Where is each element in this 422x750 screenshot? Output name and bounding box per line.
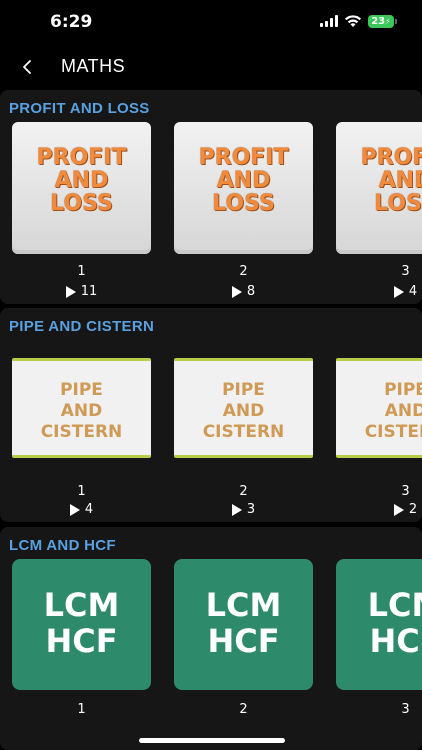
card-clip: PIPE AND CISTERN 3 2 xyxy=(336,358,422,520)
cellular-signal-icon xyxy=(320,15,338,27)
video-thumbnail: PIPE AND CISTERN xyxy=(12,358,151,458)
battery-level: 23 xyxy=(371,15,386,27)
play-icon xyxy=(231,285,242,298)
video-card[interactable]: LCM HCF 1 xyxy=(12,559,151,729)
play-icon xyxy=(393,285,404,298)
card-clip: PROFIT AND LOSS 3 4 xyxy=(336,122,422,304)
thumbnail-line: PROFIT xyxy=(360,145,422,170)
status-icons: 23 ⚡ xyxy=(320,14,397,28)
thumbnail-line: LOSS xyxy=(50,191,113,216)
play-icon xyxy=(231,503,242,516)
play-count: 4 xyxy=(336,284,422,299)
video-number: 1 xyxy=(77,264,86,279)
status-bar: 6:29 23 ⚡ xyxy=(0,0,422,44)
video-number: 3 xyxy=(401,702,410,717)
play-count-value: 8 xyxy=(246,284,256,299)
thumbnail-line: HCF xyxy=(207,622,280,660)
video-thumbnail: PROFIT AND LOSS xyxy=(336,122,422,254)
video-number: 2 xyxy=(239,702,248,717)
card-clip: LCM HCF 3 xyxy=(336,559,422,729)
section-title: PROFIT AND LOSS xyxy=(9,100,150,117)
play-count: 2 xyxy=(336,502,422,517)
video-number: 3 xyxy=(401,484,410,499)
video-card[interactable]: PIPE AND CISTERN 2 3 xyxy=(174,358,313,520)
play-count-value: 4 xyxy=(84,502,94,517)
thumbnail-line: LOSS xyxy=(212,191,275,216)
video-card[interactable]: LCM HCF 3 xyxy=(336,559,422,729)
play-count: 3 xyxy=(174,502,313,517)
thumbnail-line: AND xyxy=(54,168,109,193)
thumbnail-line: CISTERN xyxy=(40,422,123,442)
thumbnail-line: PIPE xyxy=(384,380,422,400)
thumbnail-line: AND xyxy=(378,168,422,193)
thumbnail-line: LCM xyxy=(205,586,282,624)
video-number: 2 xyxy=(239,264,248,279)
home-indicator[interactable] xyxy=(139,738,285,743)
video-thumbnail: LCM HCF xyxy=(12,559,151,690)
video-card[interactable]: LCM HCF 2 xyxy=(174,559,313,729)
battery-icon: 23 ⚡ xyxy=(368,14,397,28)
video-number: 1 xyxy=(77,484,86,499)
thumbnail-line: CISTERN xyxy=(364,422,422,442)
nav-bar: MATHS xyxy=(0,44,422,90)
section-title: LCM AND HCF xyxy=(9,537,116,554)
play-count-value: 4 xyxy=(408,284,418,299)
video-thumbnail: PIPE AND CISTERN xyxy=(174,358,313,458)
thumbnail-line: AND xyxy=(222,401,265,421)
video-card[interactable]: PIPE AND CISTERN 3 2 xyxy=(336,358,422,520)
video-thumbnail: LCM HCF xyxy=(336,559,422,690)
play-icon xyxy=(65,285,76,298)
play-count: 8 xyxy=(174,284,313,299)
back-button[interactable] xyxy=(14,54,40,80)
section-profit-and-loss: PROFIT AND LOSS PROFIT AND LOSS 1 11 PRO… xyxy=(0,90,422,304)
play-count-value: 2 xyxy=(408,502,418,517)
play-count: 11 xyxy=(12,284,151,299)
video-card[interactable]: PROFIT AND LOSS 3 4 xyxy=(336,122,422,304)
thumbnail-line: PIPE xyxy=(60,380,103,400)
thumbnail-line: CISTERN xyxy=(202,422,285,442)
play-count-value: 11 xyxy=(80,284,98,299)
thumbnail-line: PROFIT xyxy=(198,145,289,170)
video-number: 1 xyxy=(77,702,86,717)
play-icon xyxy=(69,503,80,516)
video-number: 3 xyxy=(401,264,410,279)
video-thumbnail: PROFIT AND LOSS xyxy=(12,122,151,254)
thumbnail-line: HCF xyxy=(45,622,118,660)
video-thumbnail: PIPE AND CISTERN xyxy=(336,358,422,458)
thumbnail-line: AND xyxy=(216,168,271,193)
thumbnail-line: LCM xyxy=(367,586,422,624)
chevron-left-icon xyxy=(23,60,31,74)
status-time: 6:29 xyxy=(50,12,93,32)
video-card[interactable]: PROFIT AND LOSS 2 8 xyxy=(174,122,313,304)
video-number: 2 xyxy=(239,484,248,499)
section-title: PIPE AND CISTERN xyxy=(9,318,155,335)
wifi-icon xyxy=(345,15,361,27)
section-pipe-and-cistern: PIPE AND CISTERN PIPE AND CISTERN 1 4 PI… xyxy=(0,308,422,522)
thumbnail-line: HCF xyxy=(369,622,422,660)
play-count-value: 3 xyxy=(246,502,256,517)
section-lcm-and-hcf: LCM AND HCF LCM HCF 1 LCM HCF 2 LCM HCF … xyxy=(0,527,422,750)
thumbnail-line: AND xyxy=(60,401,103,421)
video-card[interactable]: PIPE AND CISTERN 1 4 xyxy=(12,358,151,520)
thumbnail-line: PIPE xyxy=(222,380,265,400)
thumbnail-line: PROFIT xyxy=(36,145,127,170)
thumbnail-line: AND xyxy=(384,401,422,421)
video-thumbnail: PROFIT AND LOSS xyxy=(174,122,313,254)
thumbnail-line: LCM xyxy=(43,586,120,624)
thumbnail-line: LOSS xyxy=(374,191,422,216)
play-icon xyxy=(393,503,404,516)
play-count: 4 xyxy=(12,502,151,517)
video-card[interactable]: PROFIT AND LOSS 1 11 xyxy=(12,122,151,304)
page-title: MATHS xyxy=(61,56,126,76)
video-thumbnail: LCM HCF xyxy=(174,559,313,690)
